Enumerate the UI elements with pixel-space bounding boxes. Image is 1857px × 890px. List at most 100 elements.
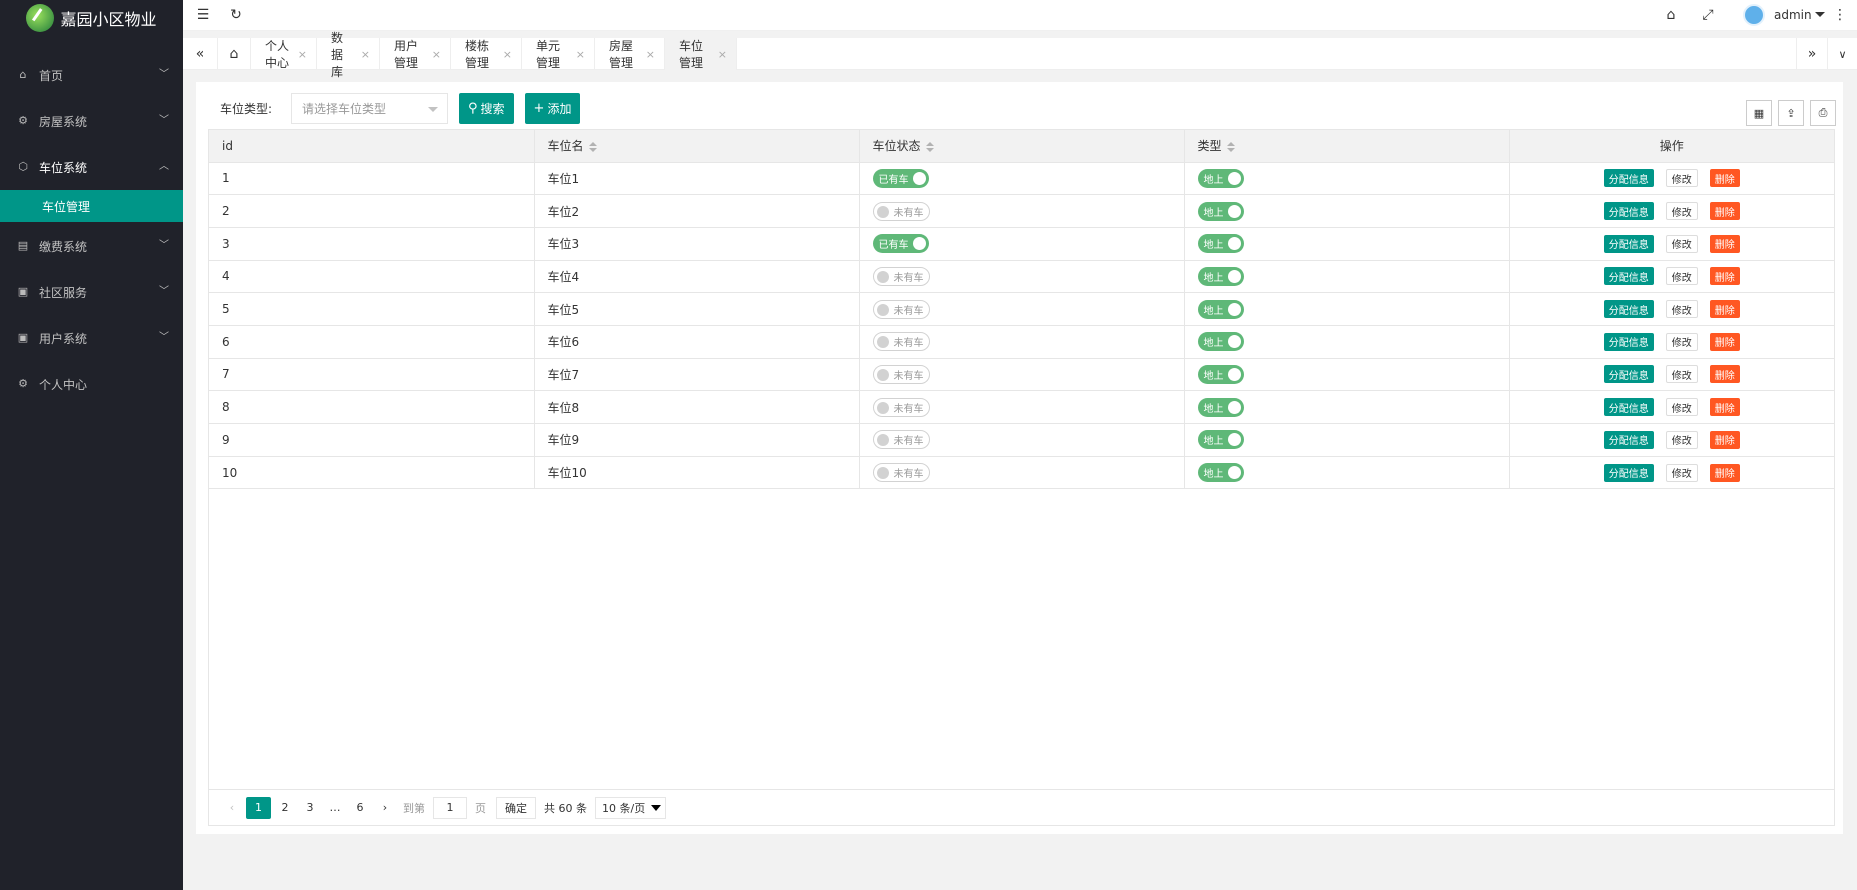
edit-button[interactable]: 修改 [1665,267,1698,286]
delete-button[interactable]: 删除 [1709,300,1740,319]
close-icon[interactable]: × [432,48,441,61]
user-caret-icon[interactable] [1815,12,1825,17]
status-toggle[interactable]: 未有车 [872,299,930,319]
close-icon[interactable]: × [576,48,585,61]
delete-button[interactable]: 删除 [1709,267,1740,286]
sidebar-item-5[interactable]: ▣ 用户系统 ﹀ [0,315,183,361]
print-icon[interactable]: ⎙ [1810,100,1836,126]
column-header-2[interactable]: 车位状态 [859,130,1185,163]
sort-icon[interactable] [588,141,597,152]
status-toggle[interactable]: 未有车 [872,266,930,286]
app-logo[interactable]: 嘉园小区物业 [0,0,183,35]
type-toggle[interactable]: 地上 [1197,463,1244,483]
assign-info-button[interactable]: 分配信息 [1603,463,1654,482]
status-toggle[interactable]: 已有车 [872,168,929,188]
delete-button[interactable]: 删除 [1709,463,1740,482]
status-toggle[interactable]: 未有车 [872,397,930,417]
tab-4[interactable]: 单元管理 × [522,38,595,70]
delete-button[interactable]: 删除 [1709,398,1740,417]
parking-type-select[interactable]: 请选择车位类型 [291,92,448,124]
status-toggle[interactable]: 未有车 [872,463,930,483]
page-number[interactable]: 2 [274,797,296,819]
close-icon[interactable]: × [361,48,370,61]
close-icon[interactable]: × [646,48,655,61]
assign-info-button[interactable]: 分配信息 [1603,300,1654,319]
more-vertical-icon[interactable]: ⋮ [1832,7,1848,23]
type-toggle[interactable]: 地上 [1197,364,1244,384]
sidebar-item-3[interactable]: ▤ 缴费系统 ﹀ [0,223,183,269]
user-name[interactable]: admin [1774,8,1812,22]
goto-page-input[interactable]: 1 [433,796,467,819]
page-number[interactable]: 1 [246,796,271,819]
page-size-select[interactable]: 10 条/页 [595,796,667,819]
menu-toggle-icon[interactable]: ☰ [195,7,211,23]
type-toggle[interactable]: 地上 [1197,397,1244,417]
assign-info-button[interactable]: 分配信息 [1603,398,1654,417]
close-icon[interactable]: × [718,48,727,61]
tab-0[interactable]: 个人中心 × [251,38,317,70]
delete-button[interactable]: 删除 [1709,169,1740,188]
status-toggle[interactable]: 未有车 [872,201,930,221]
sidebar-item-1[interactable]: ⚙ 房屋系统 ﹀ [0,98,183,144]
edit-button[interactable]: 修改 [1665,300,1698,319]
assign-info-button[interactable]: 分配信息 [1603,234,1654,253]
status-toggle[interactable]: 未有车 [872,364,930,384]
goto-confirm-button[interactable]: 确定 [496,796,536,819]
type-toggle[interactable]: 地上 [1197,266,1244,286]
sidebar-item-4[interactable]: ▣ 社区服务 ﹀ [0,269,183,315]
assign-info-button[interactable]: 分配信息 [1603,169,1654,188]
page-number[interactable]: 6 [349,797,371,819]
delete-button[interactable]: 删除 [1709,430,1740,449]
column-header-3[interactable]: 类型 [1184,130,1510,163]
sort-icon[interactable] [1226,141,1235,152]
type-toggle[interactable]: 地上 [1197,234,1244,254]
type-toggle[interactable]: 地上 [1197,201,1244,221]
fullscreen-icon[interactable]: ⤢ [1700,7,1716,23]
type-toggle[interactable]: 地上 [1197,168,1244,188]
type-toggle[interactable]: 地上 [1197,299,1244,319]
close-icon[interactable]: × [298,48,307,61]
delete-button[interactable]: 删除 [1709,365,1740,384]
delete-button[interactable]: 删除 [1709,234,1740,253]
assign-info-button[interactable]: 分配信息 [1603,332,1654,351]
tag-icon[interactable]: ⌂ [1663,7,1679,23]
sort-icon[interactable] [925,141,934,152]
edit-button[interactable]: 修改 [1665,463,1698,482]
tab-2[interactable]: 用户管理 × [380,38,451,70]
sidebar-item-0[interactable]: ⌂ 首页 ﹀ [0,52,183,98]
tabs-scroll-left-icon[interactable]: « [183,38,218,70]
edit-button[interactable]: 修改 [1665,202,1698,221]
tabs-scroll-right-icon[interactable]: » [1796,38,1827,70]
assign-info-button[interactable]: 分配信息 [1603,202,1654,221]
delete-button[interactable]: 删除 [1709,332,1740,351]
columns-filter-icon[interactable]: ▦ [1746,100,1772,126]
assign-info-button[interactable]: 分配信息 [1603,365,1654,384]
sidebar-subitem-parking-manage[interactable]: 车位管理 [0,190,183,222]
edit-button[interactable]: 修改 [1665,169,1698,188]
assign-info-button[interactable]: 分配信息 [1603,430,1654,449]
status-toggle[interactable]: 未有车 [872,430,930,450]
column-header-1[interactable]: 车位名 [534,130,860,163]
tab-6[interactable]: 车位管理 × [665,38,737,70]
delete-button[interactable]: 删除 [1709,202,1740,221]
tab-1[interactable]: 数据库 × [317,31,380,79]
edit-button[interactable]: 修改 [1665,332,1698,351]
tab-5[interactable]: 房屋管理 × [595,38,665,70]
export-icon[interactable]: ⇪ [1778,100,1804,126]
tabs-dropdown-icon[interactable]: ∨ [1827,38,1857,70]
status-toggle[interactable]: 已有车 [872,234,929,254]
status-toggle[interactable]: 未有车 [872,332,930,352]
edit-button[interactable]: 修改 [1665,398,1698,417]
avatar[interactable] [1743,4,1765,26]
search-button[interactable]: ⚲ 搜索 [459,92,514,124]
sidebar-item-6[interactable]: ⚙ 个人中心 [0,361,183,407]
tab-3[interactable]: 楼栋管理 × [451,38,522,70]
type-toggle[interactable]: 地上 [1197,332,1244,352]
prev-page-icon[interactable]: ‹ [221,797,243,819]
assign-info-button[interactable]: 分配信息 [1603,267,1654,286]
type-toggle[interactable]: 地上 [1197,430,1244,450]
next-page-icon[interactable]: › [374,797,396,819]
home-tab-icon[interactable]: ⌂ [218,38,251,70]
edit-button[interactable]: 修改 [1665,430,1698,449]
edit-button[interactable]: 修改 [1665,365,1698,384]
